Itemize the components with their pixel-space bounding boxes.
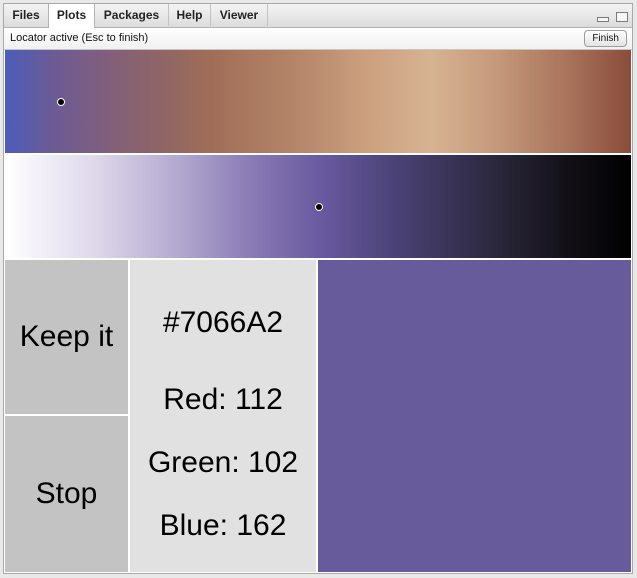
stop-label: Stop: [35, 477, 98, 510]
stop-button[interactable]: Stop: [5, 416, 128, 572]
locator-point-bottom: [315, 203, 323, 211]
tab-strip: Files Plots Packages Help Viewer: [4, 4, 632, 28]
tab-packages[interactable]: Packages: [95, 4, 169, 26]
palette-gradient-top[interactable]: [5, 50, 631, 153]
minimize-icon[interactable]: [596, 16, 609, 22]
maximize-icon[interactable]: [616, 11, 628, 22]
window-controls: [594, 8, 628, 22]
blue-value: Blue: 162: [159, 509, 287, 542]
locator-point-top: [57, 98, 65, 106]
plots-pane: Files Plots Packages Help Viewer Locator…: [3, 3, 633, 574]
tab-files[interactable]: Files: [4, 4, 49, 26]
green-value: Green: 102: [147, 446, 299, 479]
locator-toolbar: Locator active (Esc to finish) Finish: [4, 28, 632, 50]
keep-it-label: Keep it: [19, 320, 114, 353]
hex-value: #7066A2: [162, 306, 284, 339]
color-info-panel: #7066A2 Red: 112 Green: 102 Blue: 162: [130, 260, 316, 572]
tab-help[interactable]: Help: [169, 4, 211, 26]
plot-canvas[interactable]: Keep it Stop #7066A2 Red: 112 Green: 102…: [5, 50, 631, 572]
keep-it-button[interactable]: Keep it: [5, 260, 128, 414]
tab-plots[interactable]: Plots: [48, 4, 95, 28]
finish-button[interactable]: Finish: [584, 30, 627, 47]
red-value: Red: 112: [163, 383, 283, 416]
locator-status: Locator active (Esc to finish): [10, 32, 149, 44]
color-swatch: [318, 260, 631, 572]
tab-viewer[interactable]: Viewer: [211, 4, 268, 26]
